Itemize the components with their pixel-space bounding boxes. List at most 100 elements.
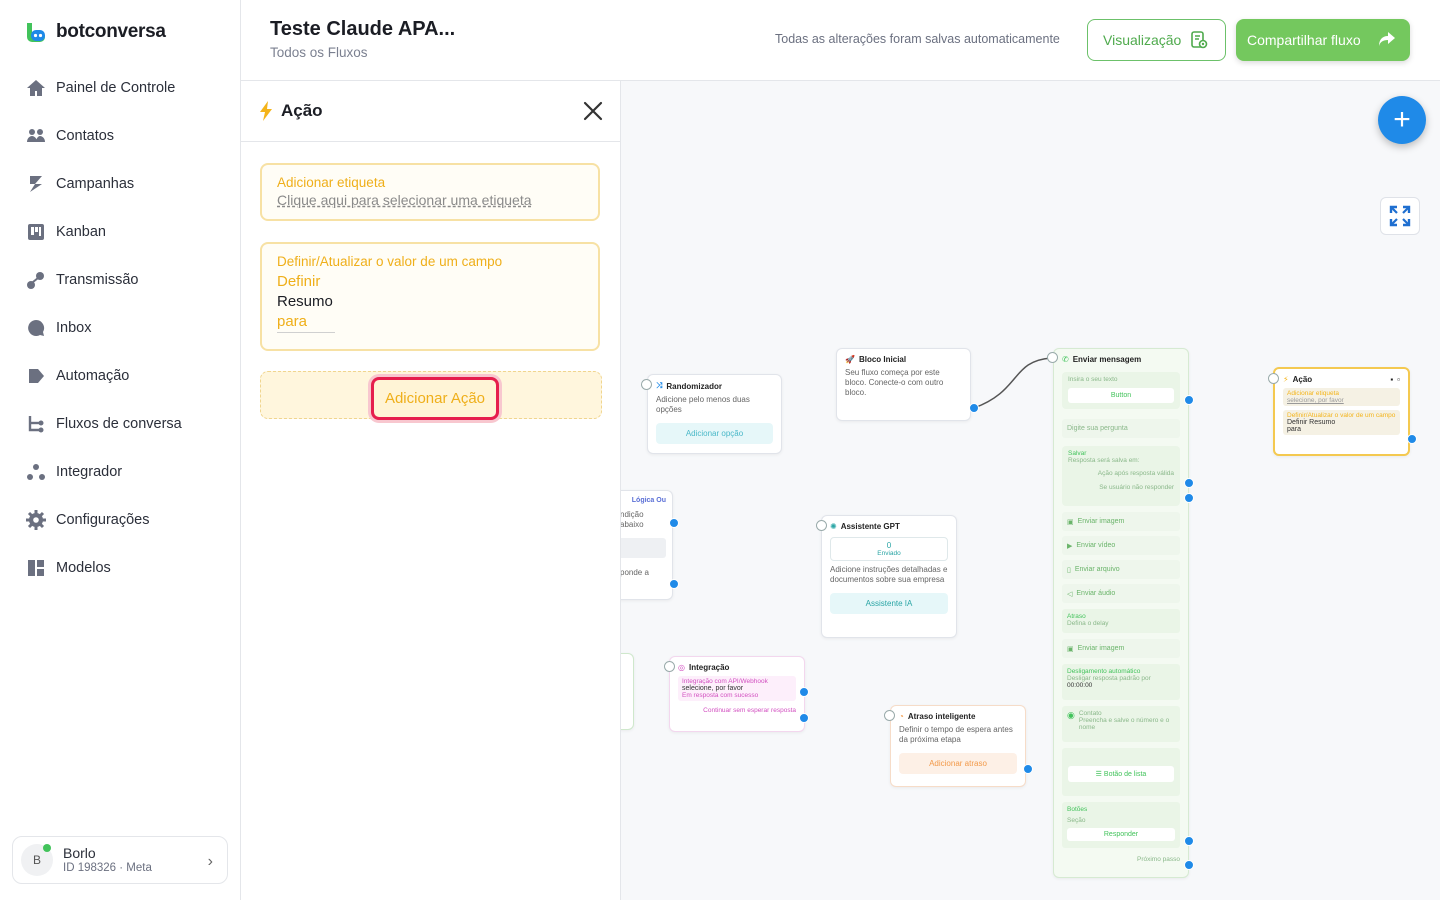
share-flow-button[interactable]: Compartilhar fluxo (1236, 19, 1410, 61)
avatar: B (21, 844, 53, 876)
integration-status: Em resposta com sucesso (682, 692, 759, 699)
share-icon (1379, 32, 1395, 46)
send-image-row[interactable]: ▣ Enviar imagem (1062, 512, 1180, 531)
sidebar-item-modelos[interactable]: Modelos (0, 544, 240, 592)
add-tag-card[interactable]: Adicionar etiqueta Clique aqui para sele… (260, 163, 600, 221)
logic-tag: Lógica Ou (631, 497, 666, 504)
users-icon (26, 126, 46, 146)
sidebar-item-painel-de-controle[interactable]: Painel de Controle (0, 64, 240, 112)
brand-logo[interactable]: botconversa (24, 20, 166, 44)
send-video-label: Enviar vídeo (1076, 542, 1116, 549)
auto-shutdown-row[interactable]: Desligamento automático Desligar respost… (1062, 664, 1180, 700)
sidebar-item-inbox[interactable]: Inbox (0, 304, 240, 352)
send-audio-label: Enviar áudio (1076, 590, 1116, 597)
send-next-port[interactable] (1184, 860, 1194, 870)
add-block-button[interactable]: + (1378, 96, 1426, 144)
smart-delay-node[interactable]: ◔ Atraso inteligente Definir o tempo de e… (890, 705, 1026, 787)
delay-output-port[interactable] (1023, 764, 1033, 774)
randomizer-node[interactable]: ⤨ Randomizador Adicione pelo menos duas o… (647, 374, 782, 454)
logic-node[interactable]: Lógica Ou ndição abaixo ponde a (621, 490, 673, 600)
gpt-title: Assistente GPT (840, 522, 900, 531)
add-tag-title: Adicionar etiqueta (277, 175, 386, 190)
reply-button[interactable]: Responder (1067, 828, 1175, 841)
action-input-port[interactable] (1268, 373, 1279, 384)
action-node[interactable]: ⚡ Ação ▪ ▫ Adicionar etiqueta selecione, p… (1273, 367, 1410, 456)
trash-icon[interactable]: ▪ (1390, 375, 1393, 384)
plus-icon: + (1393, 103, 1411, 136)
message-button[interactable]: Button (1068, 388, 1174, 403)
delay-row[interactable]: Atraso Defina o delay (1062, 609, 1180, 633)
account-switcher[interactable]: B Borlo ID 198326 · Meta › (12, 836, 228, 884)
sidebar-item-label: Fluxos de conversa (56, 416, 182, 432)
send-file-row[interactable]: ▯ Enviar arquivo (1062, 560, 1180, 579)
field-value-input[interactable]: para (277, 313, 335, 333)
sidebar-item-fluxos-de-conversa[interactable]: Fluxos de conversa (0, 400, 240, 448)
select-tag-link[interactable]: Clique aqui para selecionar uma etiqueta (277, 192, 583, 208)
set-field-card[interactable]: Definir/Atualizar o valor de um campo De… (260, 242, 600, 351)
send-image-row-2[interactable]: ▣ Enviar imagem (1062, 639, 1180, 658)
add-delay-button[interactable]: Adicionar atraso (899, 753, 1017, 774)
auto-shutdown-time: 00:00:00 (1067, 682, 1093, 689)
send-image-label-2: Enviar imagem (1077, 645, 1125, 652)
send-valid-port[interactable] (1184, 478, 1194, 488)
page-title[interactable]: Teste Claude APA... (270, 18, 455, 41)
sidebar: botconversa Painel de Controle Contatos Ca… (0, 0, 241, 900)
ai-assistant-button[interactable]: Assistente IA (830, 593, 948, 614)
sidebar-item-label: Automação (56, 368, 130, 384)
contact-icon: ◉ (1067, 710, 1075, 720)
define-label: Definir (277, 273, 321, 290)
logic-field[interactable] (621, 538, 666, 558)
send-button-port[interactable] (1184, 395, 1194, 405)
buttons-row[interactable]: Botões Seção Responder (1062, 802, 1180, 848)
auto-shutdown-title: Desligamento automático (1067, 668, 1141, 675)
start-output-port[interactable] (969, 403, 979, 413)
sidebar-item-contatos[interactable]: Contatos (0, 112, 240, 160)
logic-port-1[interactable] (669, 518, 679, 528)
fit-view-button[interactable] (1380, 197, 1420, 235)
gpt-assistant-node[interactable]: ✺ Assistente GPT 0 Enviado Adicione instr… (821, 515, 957, 638)
partial-node[interactable] (621, 653, 634, 730)
contact-row[interactable]: ◉ Contato Preencha e salve o número e o n… (1062, 706, 1180, 742)
shuffle-icon: ⤨ (656, 381, 663, 390)
webhook-icon: ◎ (678, 663, 685, 672)
sidebar-item-configuracoes[interactable]: Configurações (0, 496, 240, 544)
send-audio-row[interactable]: ◁ Enviar áudio (1062, 584, 1180, 603)
broadcast-icon (26, 270, 46, 290)
duplicate-icon[interactable]: ▫ (1397, 375, 1400, 384)
text-input-label: Insira o seu texto (1068, 376, 1118, 383)
send-input-port[interactable] (1047, 352, 1058, 363)
integration-value[interactable]: selecione, por favor (682, 685, 792, 692)
add-action-button[interactable]: Adicionar Ação (371, 377, 499, 420)
send-noreply-port[interactable] (1184, 493, 1194, 503)
randomizer-input-port[interactable] (641, 379, 652, 390)
gpt-sent-label: Enviado (877, 550, 901, 557)
field-name[interactable]: Resumo (277, 293, 583, 310)
close-icon[interactable] (582, 100, 604, 122)
sidebar-item-transmissao[interactable]: Transmissão (0, 256, 240, 304)
send-reply-port[interactable] (1184, 836, 1194, 846)
logic-port-2[interactable] (669, 579, 679, 589)
start-node[interactable]: 🚀 Bloco Inicial Seu fluxo começa por este… (836, 348, 971, 421)
integration-input-port[interactable] (664, 661, 675, 672)
add-option-button[interactable]: Adicionar opção (656, 423, 773, 444)
lightning-icon (260, 101, 272, 121)
sidebar-item-integrador[interactable]: Integrador (0, 448, 240, 496)
send-message-node[interactable]: ✆ Enviar mensagem Insira o seu texto Butt… (1053, 348, 1189, 878)
gpt-input-port[interactable] (816, 520, 827, 531)
breadcrumb[interactable]: Todos os Fluxos (270, 45, 368, 60)
sidebar-item-campanhas[interactable]: Campanhas (0, 160, 240, 208)
sidebar-item-automacao[interactable]: Automação (0, 352, 240, 400)
integration-port-1[interactable] (799, 687, 809, 697)
list-icon: ☰ (1095, 771, 1104, 778)
action-output-port[interactable] (1407, 434, 1417, 444)
sidebar-item-kanban[interactable]: Kanban (0, 208, 240, 256)
question-row[interactable]: Digite sua pergunta (1062, 419, 1180, 438)
send-video-row[interactable]: ▶ Enviar vídeo (1062, 536, 1180, 555)
delay-input-port[interactable] (884, 710, 895, 721)
integration-port-2[interactable] (799, 713, 809, 723)
action-node-tag-value[interactable]: selecione, por favor (1287, 397, 1396, 404)
flow-canvas[interactable]: ⤨ Randomizador Adicione pelo menos duas o… (621, 81, 1440, 900)
list-button-row[interactable]: ☰ Botão de lista (1062, 748, 1180, 796)
integration-node[interactable]: ◎ Integração Integração com API/Webhook s… (669, 656, 805, 732)
preview-button[interactable]: Visualização (1087, 19, 1226, 61)
